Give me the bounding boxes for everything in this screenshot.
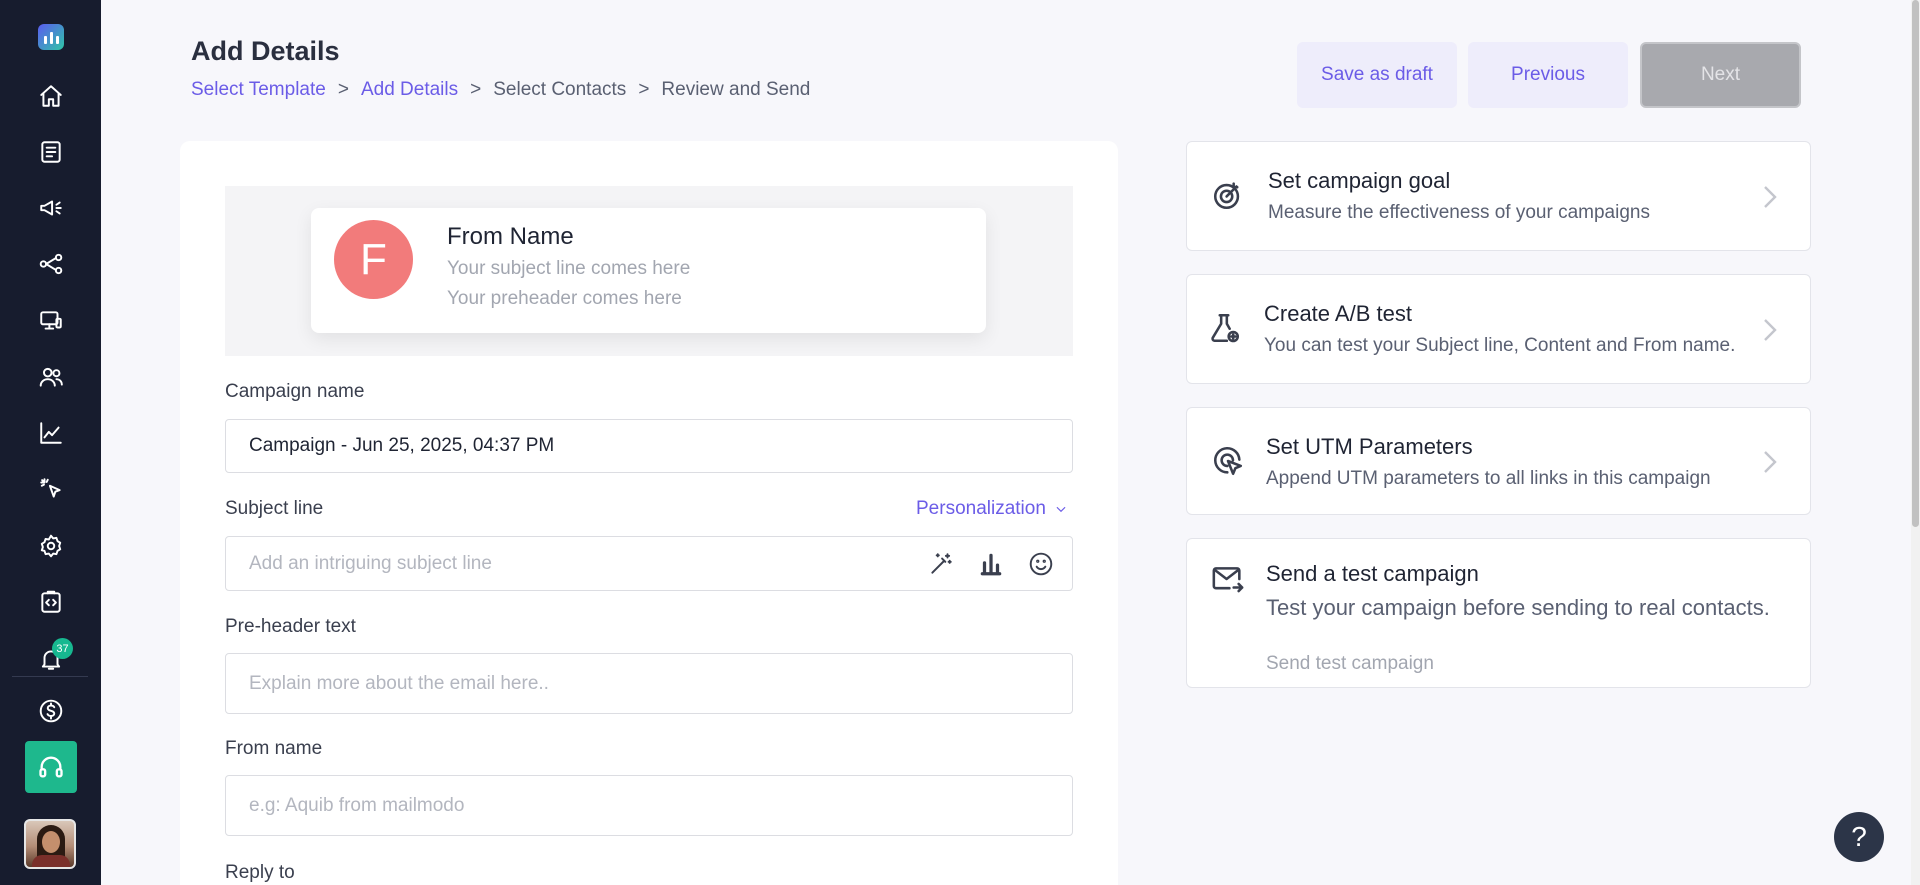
magic-wand-icon[interactable]	[928, 551, 954, 577]
previous-button[interactable]: Previous	[1468, 42, 1628, 108]
send-test-campaign-link[interactable]: Send test campaign	[1266, 653, 1434, 675]
page-scrollbar[interactable]	[1911, 0, 1920, 885]
campaign-goal-card[interactable]: Set campaign goal Measure the effectiven…	[1186, 141, 1811, 251]
sender-avatar: F	[334, 220, 413, 299]
pointer-icon[interactable]	[34, 472, 68, 506]
utm-title: Set UTM Parameters	[1266, 434, 1473, 459]
from-name-input[interactable]: e.g: Aquib from mailmodo	[225, 775, 1073, 836]
support-button[interactable]	[25, 741, 77, 793]
breadcrumb-separator: >	[337, 79, 349, 100]
breadcrumb-separator: >	[638, 79, 650, 100]
subject-tools	[928, 537, 1054, 590]
click-target-icon	[1211, 444, 1245, 478]
breadcrumb-select-template[interactable]: Select Template	[191, 79, 326, 101]
breadcrumb-select-contacts: Select Contacts	[493, 79, 627, 100]
sidebar-divider	[12, 676, 88, 677]
flask-icon	[1207, 311, 1241, 345]
subject-line-placeholder: Add an intriguing subject line	[249, 552, 492, 574]
scrollbar-thumb[interactable]	[1912, 0, 1919, 527]
notification-badge: 37	[52, 638, 73, 659]
mail-send-icon	[1211, 562, 1245, 596]
from-name-label: From name	[225, 738, 323, 759]
breadcrumb-review-and-send: Review and Send	[661, 79, 811, 100]
mailmodo-logo[interactable]	[38, 24, 64, 50]
utm-desc: Append UTM parameters to all links in th…	[1266, 468, 1711, 489]
code-icon[interactable]	[34, 585, 68, 619]
preview-from-name: From Name	[447, 223, 574, 250]
next-button[interactable]: Next	[1640, 42, 1801, 108]
campaign-name-input[interactable]: Campaign - Jun 25, 2025, 04:37 PM	[225, 419, 1073, 473]
campaign-name-label: Campaign name	[225, 381, 365, 402]
email-preview-card: F From Name Your subject line comes here…	[311, 208, 986, 333]
ab-test-desc: You can test your Subject line, Content …	[1264, 335, 1736, 356]
breadcrumb: Select Template > Add Details > Select C…	[191, 79, 810, 101]
personalization-label: Personalization	[916, 498, 1046, 519]
chevron-right-icon	[1760, 449, 1780, 475]
chevron-right-icon	[1760, 317, 1780, 343]
home-icon[interactable]	[34, 79, 68, 113]
document-icon[interactable]	[34, 135, 68, 169]
breadcrumb-add-details[interactable]: Add Details	[361, 79, 458, 101]
ab-test-card[interactable]: Create A/B test You can test your Subjec…	[1186, 274, 1811, 384]
test-campaign-card: Send a test campaign Test your campaign …	[1186, 538, 1811, 688]
settings-icon[interactable]	[34, 529, 68, 563]
page-title: Add Details	[191, 36, 340, 66]
breadcrumb-separator: >	[470, 79, 482, 100]
test-campaign-desc: Test your campaign before sending to rea…	[1266, 595, 1770, 620]
subject-line-label: Subject line	[225, 498, 324, 519]
utm-parameters-card[interactable]: Set UTM Parameters Append UTM parameters…	[1186, 407, 1811, 515]
campaign-goal-desc: Measure the effectiveness of your campai…	[1268, 202, 1650, 223]
chevron-down-icon	[1056, 506, 1066, 513]
megaphone-icon[interactable]	[34, 191, 68, 225]
ab-test-title: Create A/B test	[1264, 301, 1412, 326]
email-preview-area: F From Name Your subject line comes here…	[225, 186, 1073, 356]
preheader-input[interactable]: Explain more about the email here..	[225, 653, 1073, 714]
user-avatar[interactable]	[24, 819, 76, 869]
contacts-icon[interactable]	[34, 360, 68, 394]
target-icon	[1211, 178, 1245, 212]
journey-icon[interactable]	[34, 247, 68, 281]
preview-subject: Your subject line comes here	[447, 258, 691, 279]
bar-chart-icon[interactable]	[978, 551, 1004, 577]
preview-preheader: Your preheader comes here	[447, 288, 682, 309]
subject-line-input[interactable]: Add an intriguing subject line	[225, 536, 1073, 591]
campaign-details-card: F From Name Your subject line comes here…	[180, 141, 1118, 885]
dollar-icon[interactable]	[34, 694, 68, 728]
analytics-icon[interactable]	[34, 416, 68, 450]
emoji-icon[interactable]	[1028, 551, 1054, 577]
test-campaign-title: Send a test campaign	[1266, 561, 1479, 586]
sidebar: 37	[0, 0, 101, 885]
reply-to-label: Reply to	[225, 862, 295, 883]
help-button[interactable]: ?	[1834, 812, 1884, 862]
headphones-icon	[39, 756, 63, 778]
save-as-draft-button[interactable]: Save as draft	[1297, 42, 1457, 108]
personalization-dropdown[interactable]: Personalization	[916, 498, 1068, 520]
campaign-goal-title: Set campaign goal	[1268, 168, 1451, 193]
chevron-right-icon	[1760, 184, 1780, 210]
preheader-label: Pre-header text	[225, 616, 356, 637]
screen-icon[interactable]	[34, 304, 68, 338]
